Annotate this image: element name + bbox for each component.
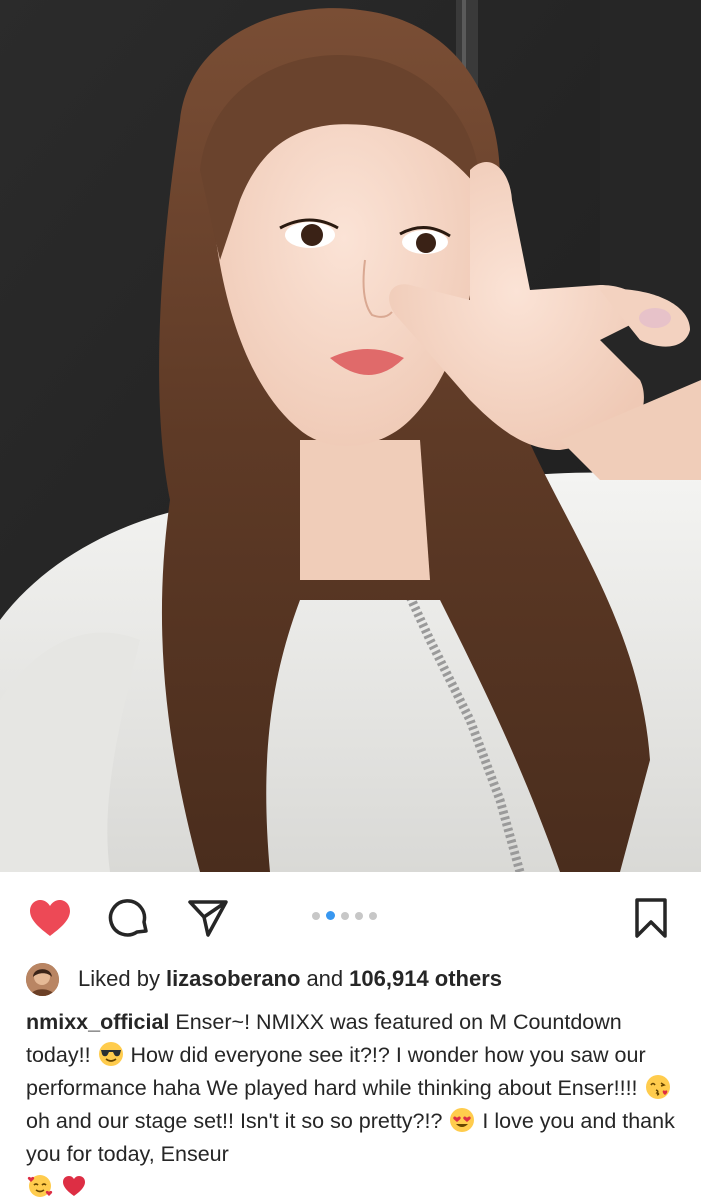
save-button[interactable] (629, 896, 673, 940)
caption-text: oh and our stage set!! Isn't it so so pr… (26, 1109, 443, 1133)
heart-eyes-emoji-icon (449, 1107, 475, 1133)
post-photo[interactable] (0, 0, 701, 872)
kiss-emoji-icon (645, 1074, 671, 1100)
red-heart-emoji-icon (61, 1173, 87, 1199)
comment-icon (108, 899, 148, 937)
carousel-indicator (312, 911, 377, 920)
likes-count[interactable]: 106,914 others (349, 966, 502, 992)
post-caption: nmixx_official Enser~! NMIXX was feature… (26, 1006, 676, 1204)
liker-avatar[interactable] (26, 962, 59, 996)
carousel-dot-active (326, 911, 335, 920)
share-button[interactable] (186, 896, 230, 940)
post-action-bar (0, 872, 701, 962)
selfie-image (0, 0, 701, 872)
comment-button[interactable] (107, 896, 151, 940)
smiling-hearts-emoji-icon (27, 1173, 53, 1199)
carousel-dot (355, 911, 363, 920)
caption-username[interactable]: nmixx_official (26, 1010, 169, 1034)
carousel-dot (341, 911, 349, 920)
like-button[interactable] (28, 896, 72, 940)
liker-username[interactable]: lizasoberano (166, 966, 300, 992)
sunglasses-emoji-icon (98, 1041, 124, 1067)
heart-icon (30, 900, 70, 936)
carousel-dot (312, 911, 320, 920)
likes-prefix: Liked by (78, 966, 160, 991)
paper-plane-icon (188, 900, 228, 937)
bookmark-icon (635, 898, 667, 938)
likes-connector: and (306, 966, 344, 991)
carousel-dot (369, 911, 377, 920)
likes-summary[interactable]: Liked by lizasoberano and 106,914 others (26, 962, 502, 996)
